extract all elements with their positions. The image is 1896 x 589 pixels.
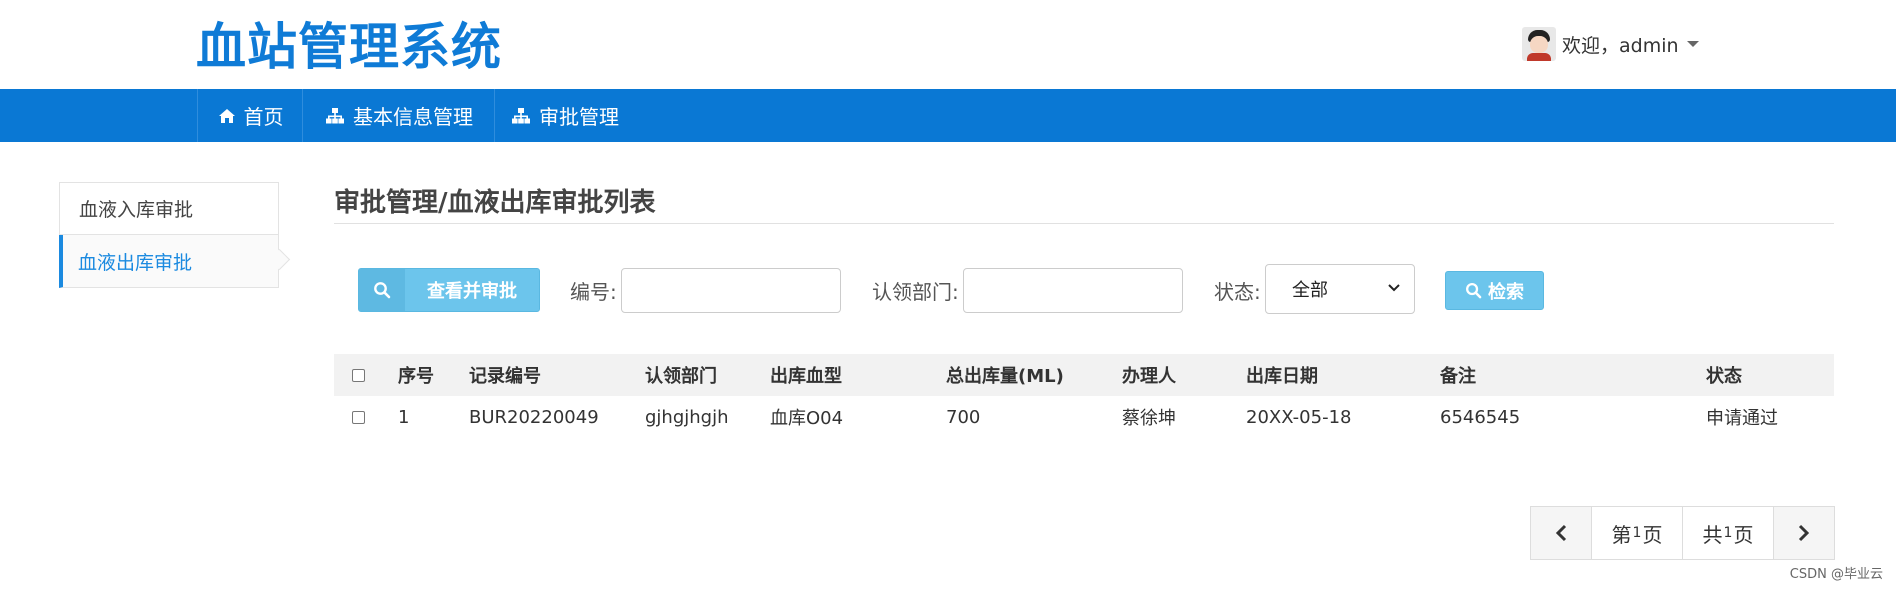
nav-item-approval[interactable]: 审批管理 — [494, 89, 635, 142]
title-divider — [334, 223, 1834, 224]
nav-item-label: 基本信息管理 — [353, 105, 473, 129]
caret-down-icon — [1686, 41, 1699, 47]
dept-input[interactable] — [963, 268, 1183, 313]
prev-page-button[interactable] — [1531, 507, 1591, 559]
next-page-button[interactable] — [1773, 507, 1834, 559]
user-menu[interactable]: 欢迎，admin — [1522, 26, 1699, 62]
nav-item-basic-info[interactable]: 基本信息管理 — [302, 89, 495, 142]
search-icon — [1466, 283, 1482, 299]
avatar — [1522, 27, 1556, 61]
nav-item-label: 首页 — [243, 105, 284, 129]
sidebar: 血液入库审批 血液出库审批 — [59, 182, 279, 288]
column-header: 状态 — [1706, 366, 1742, 387]
column-header: 总出库量(ML) — [946, 366, 1064, 387]
status-label: 状态: — [1214, 280, 1261, 304]
pagination: 第1页 共1页 — [1530, 506, 1835, 560]
search-button-label: 检索 — [1488, 281, 1524, 303]
chevron-right-icon — [1798, 524, 1810, 542]
table-cell: 20XX-05-18 — [1246, 406, 1352, 428]
sitemap-icon — [326, 107, 344, 123]
status-select[interactable]: 全部 — [1265, 264, 1415, 314]
search-button[interactable]: 检索 — [1445, 271, 1544, 310]
column-header: 办理人 — [1122, 366, 1176, 387]
row-checkbox[interactable] — [352, 410, 365, 424]
current-page: 第1页 — [1591, 507, 1682, 559]
table-cell: 血库O04 — [770, 408, 844, 429]
page-title: 审批管理/血液出库审批列表 — [334, 188, 656, 218]
table-cell: 1 — [398, 406, 410, 428]
top-navbar: 首页 基本信息管理 审批管理 — [0, 89, 1896, 142]
total-pages: 共1页 — [1682, 507, 1773, 559]
sitemap-icon — [512, 107, 530, 123]
select-all-checkbox[interactable] — [352, 368, 365, 382]
table-header: 序号 记录编号 认领部门 出库血型 总出库量(ML) 办理人 出库日期 备注 状… — [334, 354, 1834, 396]
column-header: 出库日期 — [1246, 366, 1318, 387]
code-label: 编号: — [570, 280, 617, 304]
dept-label: 认领部门: — [872, 280, 959, 304]
column-header: 记录编号 — [469, 366, 541, 387]
watermark: CSDN @毕业云 — [1789, 567, 1883, 582]
sidebar-item-outbound-approval[interactable]: 血液出库审批 — [59, 235, 279, 288]
table-cell: 700 — [946, 406, 981, 428]
view-and-approve-label: 查看并审批 — [427, 281, 517, 302]
column-header: 备注 — [1440, 366, 1476, 387]
column-header: 序号 — [398, 366, 434, 387]
sidebar-item-label: 血液入库审批 — [79, 199, 194, 221]
column-header: 认领部门 — [645, 366, 717, 387]
table-cell: 蔡徐坤 — [1122, 408, 1176, 429]
chevron-down-icon — [1388, 284, 1400, 292]
app-title: 血站管理系统 — [196, 18, 502, 76]
sidebar-item-inbound-approval[interactable]: 血液入库审批 — [59, 182, 279, 235]
table-row[interactable]: 1 BUR20220049 gjhgjhgjh 血库O04 700 蔡徐坤 20… — [334, 396, 1834, 438]
code-input[interactable] — [621, 268, 841, 313]
view-and-approve-button[interactable]: 查看并审批 — [358, 268, 540, 312]
sidebar-item-label: 血液出库审批 — [78, 251, 193, 274]
status-selected-value: 全部 — [1292, 280, 1328, 301]
table-cell: 6546545 — [1440, 406, 1521, 428]
home-icon — [218, 108, 235, 123]
search-icon — [374, 282, 391, 299]
chevron-left-icon — [1555, 524, 1567, 542]
nav-item-home[interactable]: 首页 — [197, 89, 303, 142]
table-cell: gjhgjhgjh — [645, 406, 729, 428]
welcome-text: 欢迎，admin — [1562, 34, 1679, 57]
table-cell: BUR20220049 — [469, 406, 599, 428]
table-cell: 申请通过 — [1706, 408, 1778, 429]
nav-item-label: 审批管理 — [539, 105, 619, 129]
outbound-approval-table: 序号 记录编号 认领部门 出库血型 总出库量(ML) 办理人 出库日期 备注 状… — [334, 354, 1834, 438]
column-header: 出库血型 — [770, 366, 842, 387]
